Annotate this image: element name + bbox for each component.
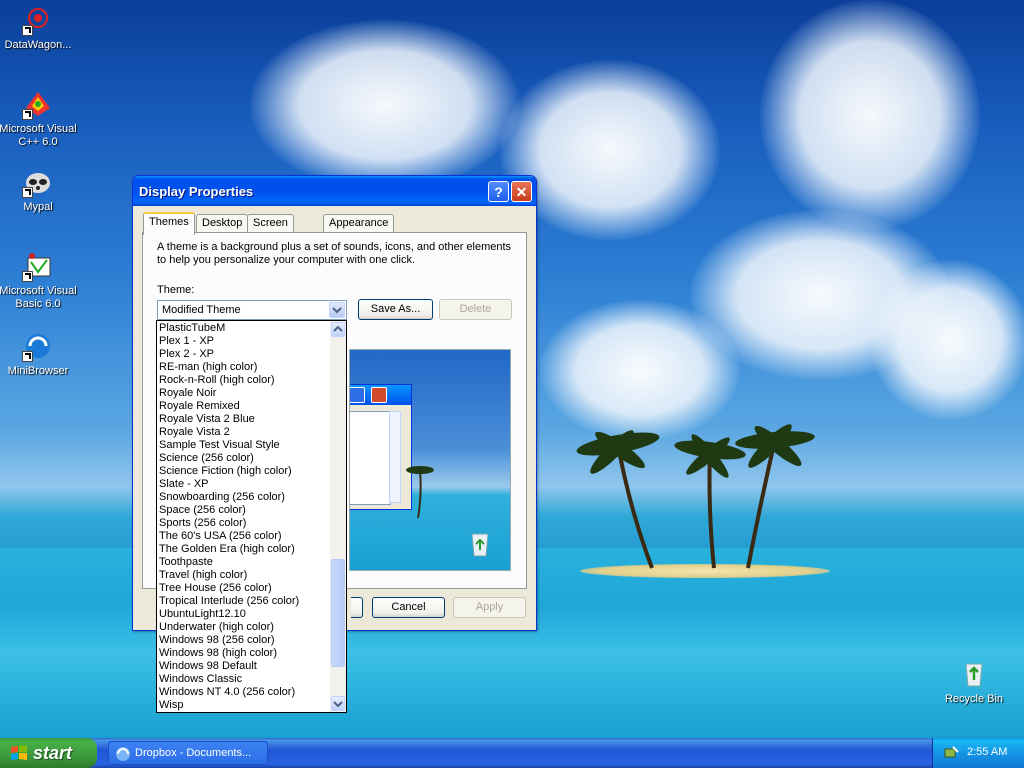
datawagon-icon [22,4,54,36]
theme-preview [349,349,511,571]
theme-option[interactable]: Royale Vista 2 [159,426,331,439]
desktop-icon-visual-basic[interactable]: Microsoft Visual Basic 6.0 [0,250,78,311]
system-tray: 2:55 AM [932,738,1024,768]
scroll-down-icon[interactable] [331,696,345,711]
theme-option[interactable]: The 60's USA (256 color) [159,530,331,543]
theme-option[interactable]: Rock-n-Roll (high color) [159,374,331,387]
desktop-icon-label: MiniBrowser [7,365,69,377]
palm-trees [576,424,815,569]
apply-button[interactable]: Apply [453,597,526,618]
desktop-icon-label: Microsoft Visual C++ 6.0 [0,123,77,148]
dropdown-scrollbar[interactable] [330,321,346,712]
title-bar[interactable]: Display Properties ? ✕ [133,176,536,206]
taskbar-item-label: Dropbox - Documents... [135,747,252,759]
theme-option[interactable]: UbuntuLight12.10 [159,608,331,621]
preview-maximize-icon [350,387,365,403]
recycle-bin-icon [958,658,990,690]
close-button[interactable]: ✕ [511,181,532,202]
preview-close-icon [371,387,387,403]
tab-screen-saver[interactable]: Screen Saver [247,214,294,246]
theme-option[interactable]: Toothpaste [159,556,331,569]
safely-remove-hardware-icon[interactable] [943,745,959,761]
scroll-thumb[interactable] [331,559,345,667]
theme-option[interactable]: Slate - XP [159,478,331,491]
desktop-icon-visual-cpp[interactable]: Microsoft Visual C++ 6.0 [0,88,78,149]
theme-option[interactable]: Wisp [159,699,331,712]
shortcut-arrow-icon [22,109,33,120]
shortcut-arrow-icon [22,271,33,282]
theme-option[interactable]: PlasticTubeM [159,322,331,335]
theme-option[interactable]: Space (256 color) [159,504,331,517]
theme-option[interactable]: Windows Classic [159,673,331,686]
tab-desktop[interactable]: Desktop [196,214,249,233]
cloud [760,0,980,230]
desktop-icon-datawagon[interactable]: DataWagon... [0,4,78,52]
desktop-icon-mypal[interactable]: Mypal [0,166,78,214]
visual-basic-icon [22,250,54,282]
theme-option[interactable]: RE-man (high color) [159,361,331,374]
visual-cpp-icon [22,88,54,120]
theme-option[interactable]: Sports (256 color) [159,517,331,530]
theme-select[interactable]: Modified Theme [157,300,347,320]
minibrowser-icon [22,330,54,362]
theme-option[interactable]: Royale Remixed [159,400,331,413]
theme-option[interactable]: Windows 98 (high color) [159,647,331,660]
theme-option[interactable]: Windows 98 Default [159,660,331,673]
desktop-icon-label: Mypal [23,201,53,213]
theme-option[interactable]: Tree House (256 color) [159,582,331,595]
ok-button[interactable] [351,597,363,618]
taskbar: start Dropbox - Documents... 2:55 AM [0,738,1024,768]
desktop-icon-minibrowser[interactable]: MiniBrowser [0,330,78,378]
theme-option[interactable]: The Golden Era (high color) [159,543,331,556]
theme-option[interactable]: Plex 2 - XP [159,348,331,361]
windows-logo-icon [11,745,27,760]
theme-option[interactable]: Windows 98 (256 color) [159,634,331,647]
theme-option[interactable]: Underwater (high color) [159,621,331,634]
theme-options: PlasticTubeM Plex 1 - XP Plex 2 - XP RE-man… [159,322,331,712]
minibrowser-icon [116,747,130,761]
cancel-button[interactable]: Cancel [372,597,445,618]
cloud [870,260,1024,420]
theme-select-value: Modified Theme [162,304,241,316]
start-button[interactable]: start [0,738,97,768]
help-button[interactable]: ? [488,181,509,202]
tab-themes[interactable]: Themes [143,212,195,235]
tab-appearance[interactable]: Appearance [323,214,395,233]
theme-option[interactable]: Snowboarding (256 color) [159,491,331,504]
window-title: Display Properties [139,184,254,199]
preview-recycle-bin-icon [471,533,489,557]
theme-option[interactable]: Royale Vista 2 Blue [159,413,331,426]
intro-text: A theme is a background plus a set of so… [157,241,512,266]
theme-option[interactable]: Tropical Interlude (256 color) [159,595,331,608]
clock[interactable]: 2:55 AM [967,746,1007,758]
taskbar-item-dropbox[interactable]: Dropbox - Documents... [108,741,268,765]
theme-label: Theme: [157,284,195,296]
theme-option[interactable]: Science (256 color) [159,452,331,465]
scroll-up-icon[interactable] [331,322,345,337]
theme-option[interactable]: Windows NT 4.0 (256 color) [159,686,331,699]
preview-palm-icon [406,466,434,519]
theme-option[interactable]: Royale Noir [159,387,331,400]
desktop-icon-recycle-bin[interactable]: Recycle Bin [934,658,1014,706]
delete-button[interactable]: Delete [439,299,512,320]
mypal-raccoon-icon [22,166,54,198]
theme-option[interactable]: Science Fiction (high color) [159,465,331,478]
shortcut-arrow-icon [22,25,33,36]
chevron-down-icon[interactable] [329,302,345,318]
shortcut-arrow-icon [22,351,33,362]
desktop-icon-label: Microsoft Visual Basic 6.0 [0,285,77,310]
desktop-icon-label: Recycle Bin [944,693,1004,705]
shortcut-arrow-icon [22,187,33,198]
theme-dropdown-list[interactable]: PlasticTubeM Plex 1 - XP Plex 2 - XP RE-man… [156,320,347,713]
desktop-icon-label: DataWagon... [4,39,72,51]
theme-option[interactable]: Plex 1 - XP [159,335,331,348]
cloud [250,20,520,190]
theme-option[interactable]: Travel (high color) [159,569,331,582]
save-as-button[interactable]: Save As... [358,299,433,320]
start-label: start [33,743,73,763]
theme-option[interactable]: Sample Test Visual Style [159,439,331,452]
